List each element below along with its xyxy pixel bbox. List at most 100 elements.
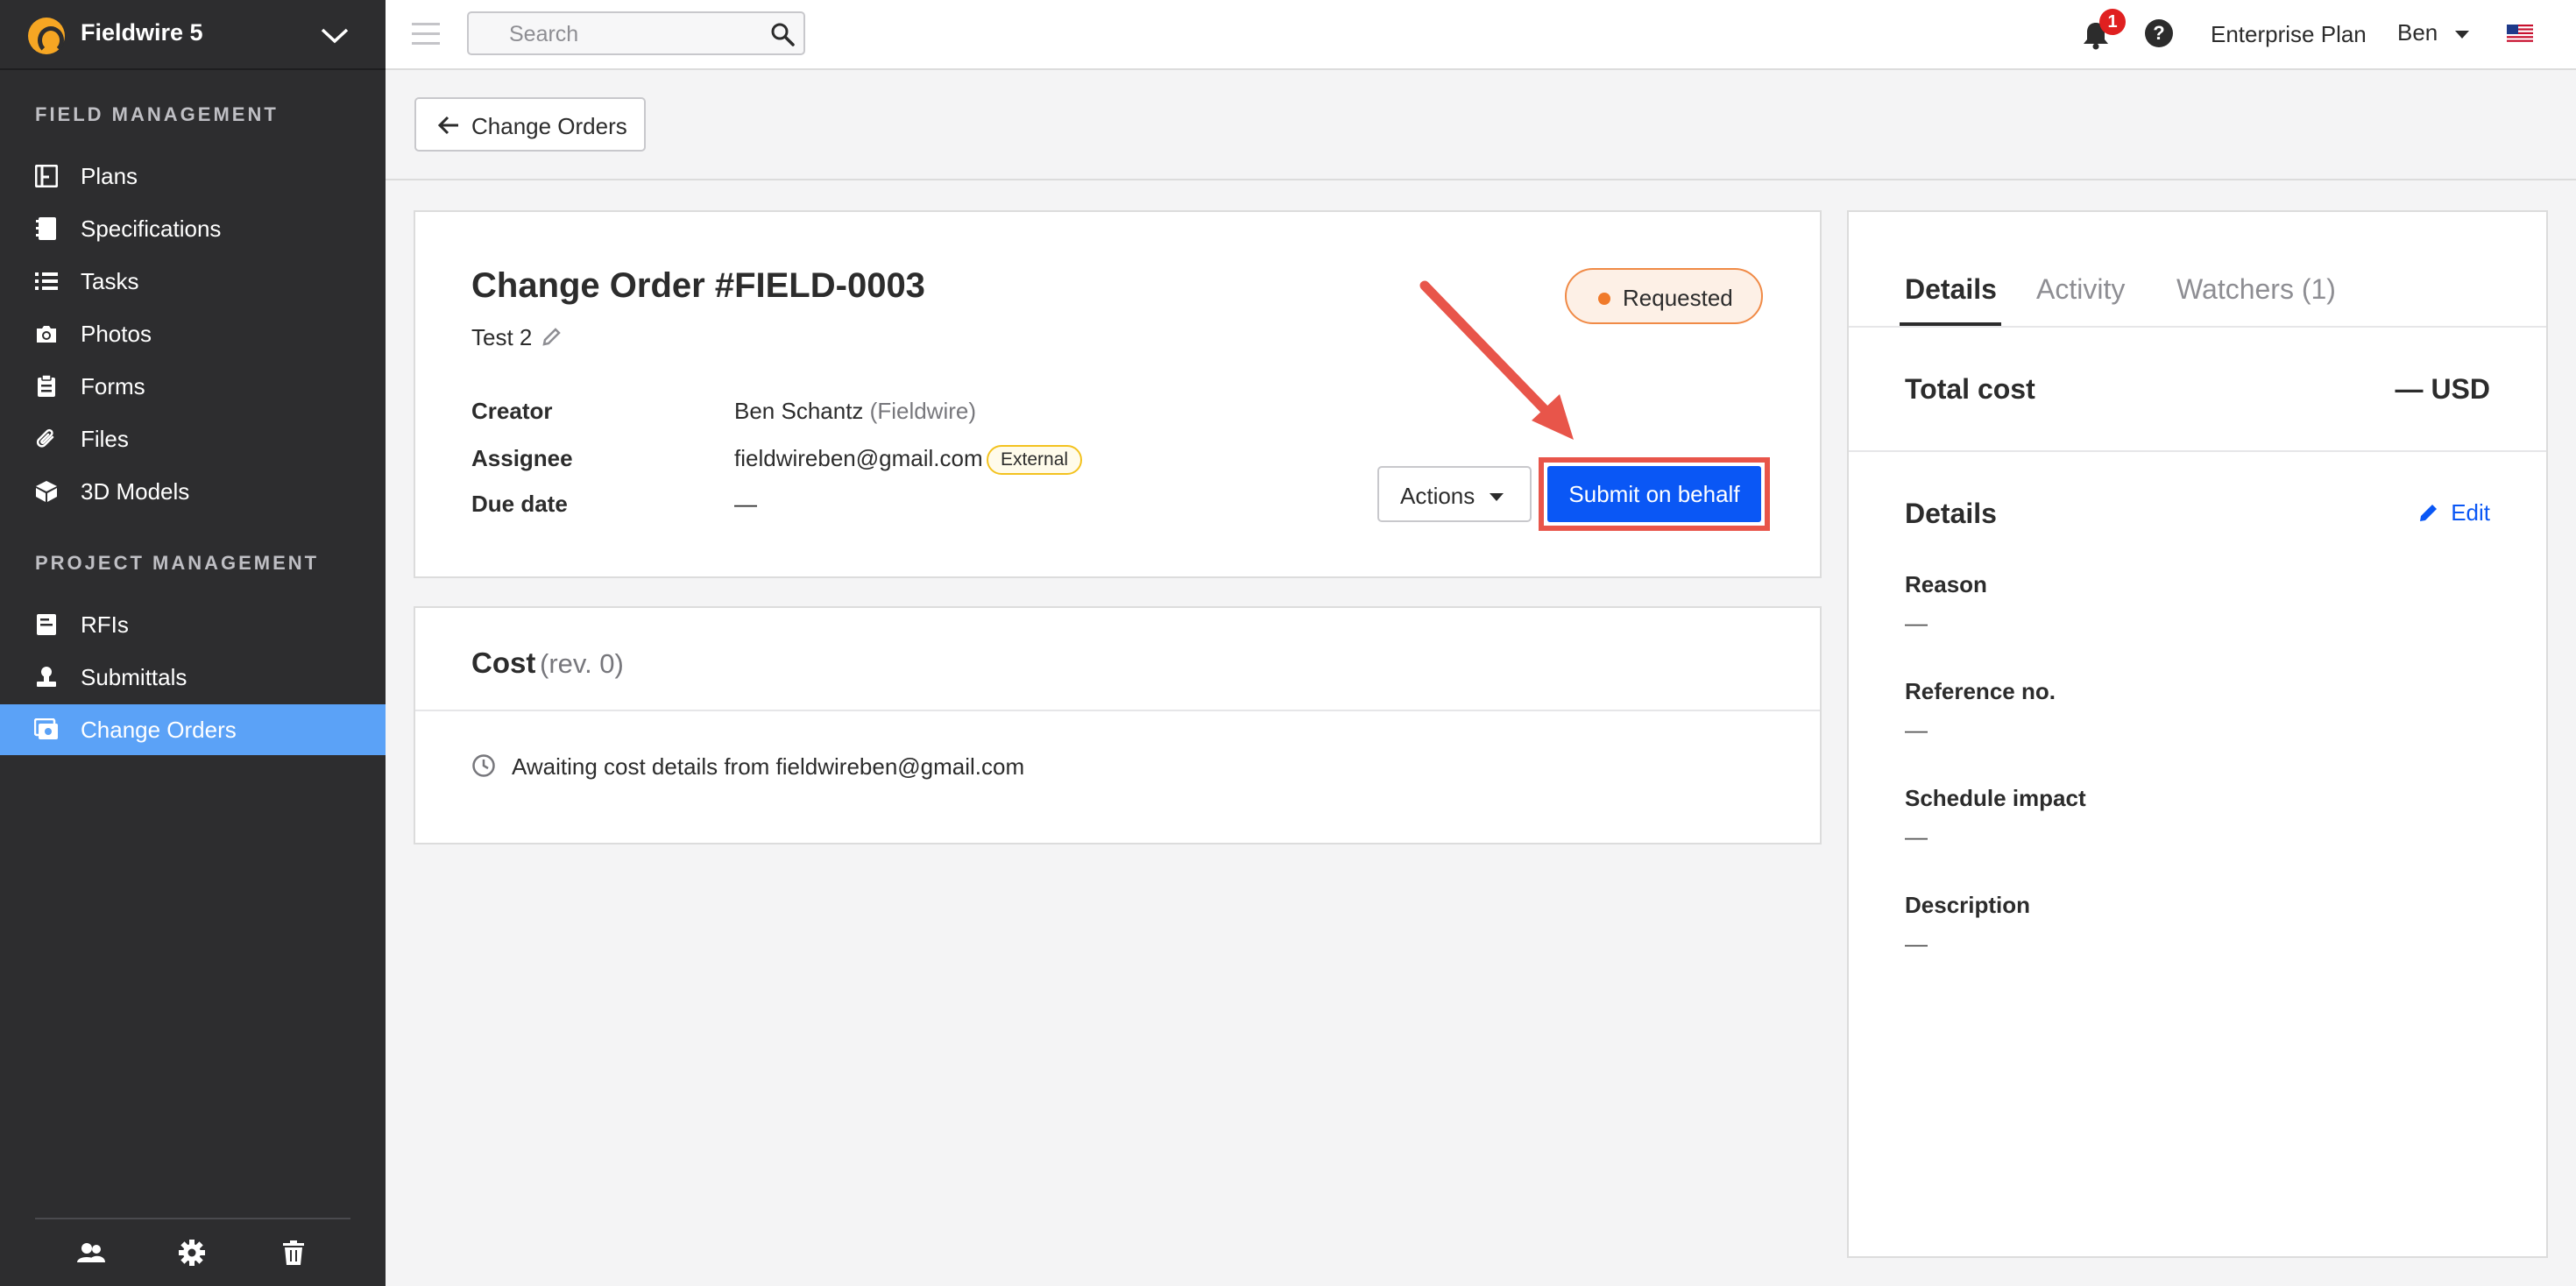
clock-icon bbox=[472, 754, 495, 777]
page-title: Change Order #FIELD-0003 bbox=[471, 266, 925, 305]
us-flag-icon[interactable] bbox=[2507, 25, 2533, 44]
status-badge: Requested bbox=[1565, 268, 1763, 324]
help-icon[interactable]: ? bbox=[2145, 19, 2173, 47]
creator-name: Ben Schantz bbox=[734, 398, 864, 424]
creator-label: Creator bbox=[471, 398, 553, 424]
submittals-icon bbox=[33, 664, 60, 690]
sidebar-item-label: Change Orders bbox=[81, 716, 237, 743]
forms-icon bbox=[33, 373, 60, 399]
sidebar-item-label: Tasks bbox=[81, 267, 139, 294]
tab-watchers[interactable]: Watchers (1) bbox=[2176, 273, 2336, 306]
cost-status-message: Awaiting cost details from fieldwireben@… bbox=[512, 753, 1025, 780]
sidebar-item-tasks[interactable]: Tasks bbox=[0, 256, 386, 307]
sidebar-item-specifications[interactable]: Specifications bbox=[0, 203, 386, 254]
divider bbox=[1849, 450, 2546, 452]
sidebar-item-label: 3D Models bbox=[81, 477, 190, 505]
due-date-label: Due date bbox=[471, 491, 568, 517]
back-button-label: Change Orders bbox=[471, 113, 627, 139]
sidebar-item-rfis[interactable]: RFIs bbox=[0, 599, 386, 650]
sidebar-item-label: Files bbox=[81, 425, 129, 452]
paperclip-icon bbox=[33, 426, 60, 452]
search-box[interactable] bbox=[467, 11, 805, 55]
tab-details[interactable]: Details bbox=[1905, 273, 1997, 306]
tab-activity[interactable]: Activity bbox=[2036, 273, 2125, 306]
reference-no-label: Reference no. bbox=[1905, 678, 2056, 704]
actions-label: Actions bbox=[1400, 483, 1476, 509]
sidebar-item-label: Submittals bbox=[81, 663, 188, 690]
reason-label: Reason bbox=[1905, 571, 1987, 597]
creator-value: Ben Schantz (Fieldwire) bbox=[734, 398, 976, 425]
trash-icon[interactable] bbox=[278, 1237, 309, 1268]
actions-dropdown-button[interactable]: Actions bbox=[1377, 466, 1532, 522]
cost-title: Cost bbox=[471, 647, 536, 679]
sidebar-item-label: Photos bbox=[81, 320, 152, 347]
user-menu[interactable]: Ben bbox=[2397, 19, 2438, 46]
caret-down-icon[interactable] bbox=[2455, 31, 2469, 39]
sidebar-item-forms[interactable]: Forms bbox=[0, 361, 386, 412]
sidebar-item-label: RFIs bbox=[81, 611, 129, 638]
reason-value: — bbox=[1905, 610, 1928, 636]
change-orders-icon bbox=[33, 717, 60, 743]
divider bbox=[415, 710, 1820, 711]
back-to-change-orders-button[interactable]: Change Orders bbox=[414, 97, 646, 152]
search-input[interactable] bbox=[509, 22, 754, 47]
reference-no-value: — bbox=[1905, 717, 1928, 743]
tasks-icon bbox=[33, 268, 60, 294]
creator-org: (Fieldwire) bbox=[869, 398, 977, 424]
sidebar-divider bbox=[35, 1218, 350, 1219]
plan-label[interactable]: Enterprise Plan bbox=[2211, 21, 2367, 48]
pencil-icon bbox=[2420, 505, 2438, 521]
description-label: Description bbox=[1905, 892, 2031, 918]
sidebar-item-change-orders[interactable]: Change Orders bbox=[0, 704, 386, 755]
arrow-left-icon bbox=[437, 116, 458, 135]
cost-card: Cost (rev. 0) Awaiting cost details from… bbox=[414, 606, 1822, 844]
hamburger-menu-icon[interactable] bbox=[412, 23, 440, 46]
total-cost-value: — USD bbox=[2395, 373, 2490, 405]
specifications-icon bbox=[33, 216, 60, 242]
change-order-subtitle: Test 2 bbox=[471, 324, 533, 350]
caret-down-icon bbox=[1490, 493, 1504, 501]
details-heading: Details bbox=[1905, 498, 1997, 529]
assignee-email: fieldwireben@gmail.com bbox=[734, 445, 983, 471]
gear-icon[interactable] bbox=[176, 1237, 208, 1268]
details-panel: Details Activity Watchers (1) Total cost… bbox=[1847, 210, 2548, 1258]
assignee-label: Assignee bbox=[471, 445, 573, 471]
edit-button[interactable]: Edit bbox=[2417, 499, 2490, 526]
total-cost-label: Total cost bbox=[1905, 373, 2035, 405]
schedule-impact-label: Schedule impact bbox=[1905, 785, 2086, 811]
sidebar-item-files[interactable]: Files bbox=[0, 413, 386, 464]
status-text: Requested bbox=[1623, 285, 1733, 311]
sidebar-item-plans[interactable]: Plans bbox=[0, 151, 386, 201]
sidebar-item-submittals[interactable]: Submittals bbox=[0, 652, 386, 703]
search-icon[interactable] bbox=[770, 22, 795, 46]
plans-icon bbox=[33, 163, 60, 189]
sidebar-item-photos[interactable]: Photos bbox=[0, 308, 386, 359]
cost-revision: (rev. 0) bbox=[540, 648, 624, 679]
schedule-impact-value: — bbox=[1905, 823, 1928, 850]
change-order-card: Change Order #FIELD-0003 Test 2 Creator … bbox=[414, 210, 1822, 578]
fieldwire-logo-icon bbox=[28, 18, 65, 54]
pencil-icon[interactable] bbox=[541, 326, 563, 347]
external-badge: External bbox=[987, 445, 1083, 475]
project-name: Fieldwire 5 bbox=[81, 19, 203, 46]
sidebar: Fieldwire 5 FIELD MANAGEMENT Plans Speci… bbox=[0, 0, 386, 1286]
divider bbox=[1849, 326, 2546, 328]
sidebar-item-label: Forms bbox=[81, 372, 145, 399]
sidebar-item-3d-models[interactable]: 3D Models bbox=[0, 466, 386, 517]
section-label-project-management: PROJECT MANAGEMENT bbox=[35, 552, 320, 574]
rfi-icon bbox=[33, 611, 60, 638]
submit-on-behalf-button[interactable]: Submit on behalf bbox=[1547, 466, 1761, 522]
sidebar-item-label: Plans bbox=[81, 162, 138, 189]
section-label-field-management: FIELD MANAGEMENT bbox=[35, 103, 279, 125]
camera-icon bbox=[33, 321, 60, 347]
notification-badge: 1 bbox=[2099, 9, 2126, 35]
project-switcher[interactable]: Fieldwire 5 bbox=[0, 0, 386, 70]
people-icon[interactable] bbox=[75, 1237, 107, 1268]
edit-label: Edit bbox=[2451, 499, 2490, 526]
cube-icon bbox=[33, 478, 60, 505]
annotation-arrow bbox=[1419, 280, 1574, 440]
status-dot bbox=[1598, 293, 1610, 305]
top-bar: 1 ? Enterprise Plan Ben bbox=[386, 0, 2576, 70]
chevron-down-icon[interactable] bbox=[319, 23, 350, 47]
sidebar-item-label: Specifications bbox=[81, 215, 222, 242]
